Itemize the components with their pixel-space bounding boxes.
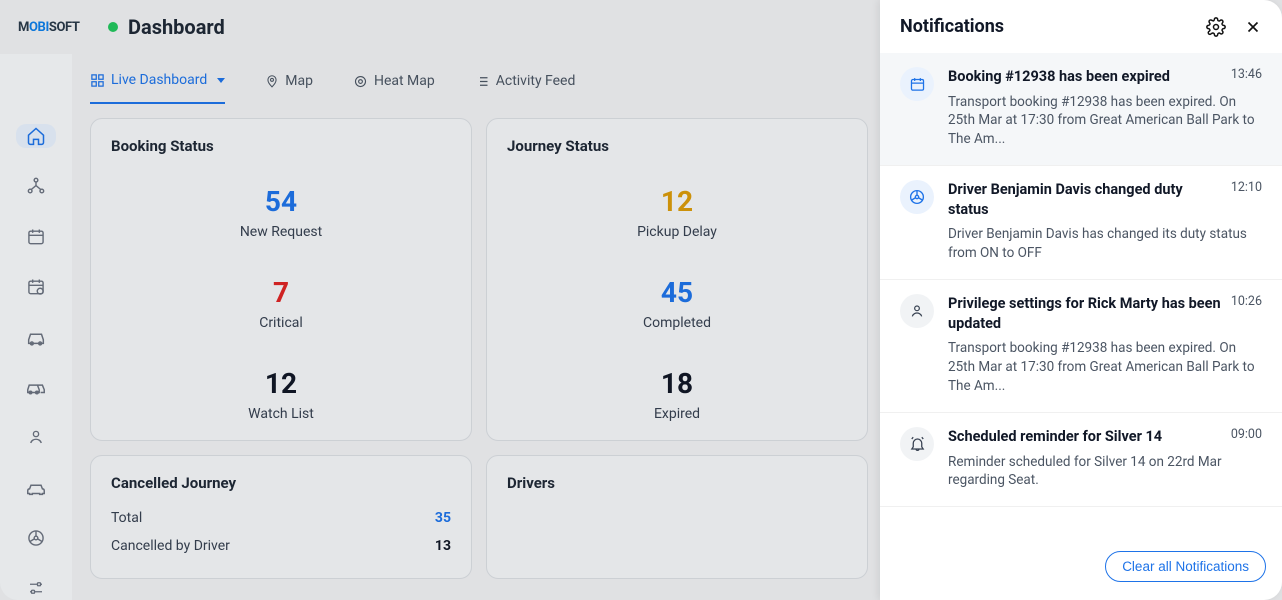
pin-icon [265,73,279,89]
sidebar-item-fleet[interactable] [16,375,56,399]
row-label: Cancelled by Driver [111,538,230,554]
notification-desc: Transport booking #12938 has been expire… [948,93,1262,150]
tab-heat-map[interactable]: Heat Map [353,73,435,103]
row-label: Total [111,510,142,526]
tab-label: Heat Map [374,73,435,89]
notifications-panel: Notifications Booking #12938 has been ex… [880,0,1282,600]
org-icon [26,176,46,196]
card-drivers: Drivers [486,455,868,579]
sidebar-item-user[interactable] [16,425,56,449]
brand-logo: MOBISOFT [18,20,78,35]
card-title: Cancelled Journey [111,474,451,492]
card-title: Booking Status [111,137,451,155]
stat-value: 54 [240,185,322,218]
stat-label: Expired [654,406,700,422]
calendar-icon [26,227,46,247]
tab-label: Live Dashboard [111,72,207,88]
stat-label: Watch List [248,406,314,422]
notification-time: 12:10 [1231,180,1262,195]
close-button[interactable] [1244,17,1262,37]
notification-item[interactable]: Booking #12938 has been expired 13:46 Tran… [880,53,1282,166]
stat-value: 18 [654,367,700,400]
sidebar-item-home[interactable] [16,124,56,148]
gear-icon [1206,17,1226,37]
target-icon [353,74,368,89]
stat-label: Completed [643,315,711,331]
stat-label: Pickup Delay [637,224,717,240]
notification-item[interactable]: Scheduled reminder for Silver 14 09:00 Rem… [880,413,1282,507]
user-icon [900,294,934,328]
steering-icon [26,528,46,548]
page-title: Dashboard [128,15,225,39]
sidebar-item-driver[interactable] [16,526,56,550]
settings-button[interactable] [1206,17,1226,37]
car-icon [25,327,47,347]
notification-time: 09:00 [1231,427,1262,442]
notifications-list: Booking #12938 has been expired 13:46 Tran… [880,53,1282,539]
stat-value: 7 [259,276,303,309]
clear-all-button[interactable]: Clear all Notifications [1105,551,1266,582]
row-value: 13 [435,538,451,554]
sidebar [0,54,72,600]
sidebar-item-calendar[interactable] [16,224,56,248]
tab-live-dashboard[interactable]: Live Dashboard [90,72,225,104]
notifications-title: Notifications [900,16,1004,37]
grid-icon [90,73,105,88]
sidebar-item-ride[interactable] [16,475,56,499]
notification-title: Booking #12938 has been expired [948,67,1170,87]
stat-label: New Request [240,224,322,240]
stat-value: 12 [637,185,717,218]
notification-item[interactable]: Driver Benjamin Davis changed duty statu… [880,166,1282,280]
list-icon [475,74,490,89]
tab-map[interactable]: Map [265,73,313,103]
card-journey-status: Journey Status 12 Pickup Delay 45 Complete… [486,118,868,441]
notification-time: 10:26 [1231,294,1262,309]
sidebar-item-vehicle[interactable] [16,325,56,349]
card-title: Journey Status [507,137,847,155]
card-cancelled-journey: Cancelled Journey Total 35 Cancelled by D… [90,455,472,579]
sidebar-item-settings[interactable] [16,576,56,600]
calendar-clock-icon [26,277,46,297]
bell-icon [900,427,934,461]
tab-label: Map [285,73,313,89]
tab-activity-feed[interactable]: Activity Feed [475,73,576,103]
tab-label: Activity Feed [496,73,576,89]
calendar-icon [900,67,934,101]
notification-desc: Driver Benjamin Davis has changed its du… [948,225,1262,263]
status-dot-icon [108,22,118,32]
chevron-down-icon [217,78,225,83]
steering-icon [900,180,934,214]
cars-icon [25,377,47,397]
notification-desc: Transport booking #12938 has been expire… [948,339,1262,396]
car-outline-icon [25,478,47,498]
row-value: 35 [435,510,451,526]
home-icon [26,126,46,146]
stat-value: 12 [248,367,314,400]
notification-title: Privilege settings for Rick Marty has be… [948,294,1221,333]
user-icon [27,427,45,447]
sidebar-item-org[interactable] [16,174,56,198]
close-icon [1244,18,1262,36]
notification-desc: Reminder scheduled for Silver 14 on 22rd… [948,453,1262,491]
sliders-icon [26,579,46,597]
notification-time: 13:46 [1231,67,1262,82]
notification-item[interactable]: Privilege settings for Rick Marty has be… [880,280,1282,413]
stat-label: Critical [259,315,303,331]
stat-value: 45 [643,276,711,309]
card-title: Drivers [507,474,847,492]
notification-title: Scheduled reminder for Silver 14 [948,427,1162,447]
sidebar-item-schedule[interactable] [16,275,56,299]
notification-title: Driver Benjamin Davis changed duty statu… [948,180,1221,219]
card-booking-status: Booking Status 54 New Request 7 Critical 1… [90,118,472,441]
